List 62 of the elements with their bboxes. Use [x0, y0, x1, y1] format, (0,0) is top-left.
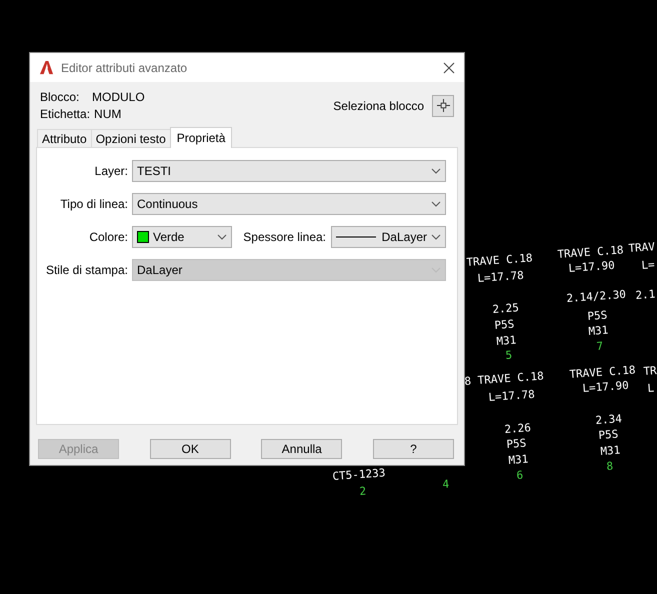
drawing-label: L=17.78 [488, 388, 536, 405]
block-label: Blocco: [40, 90, 80, 104]
drawing-label: TRAV [628, 240, 656, 256]
lineweight-dropdown[interactable]: DaLayer [331, 226, 446, 248]
field-label: Spessore linea: [243, 230, 326, 244]
drawing-label: 7 [596, 340, 604, 354]
dialog-button[interactable]: ? [372, 439, 454, 459]
dialog-button[interactable]: Annulla [261, 439, 342, 459]
linetype-dropdown[interactable]: Continuous [132, 193, 446, 215]
select-block-label: Seleziona blocco [333, 98, 424, 112]
pick-block-button[interactable] [432, 94, 454, 116]
close-icon[interactable] [443, 62, 455, 74]
drawing-label: L [647, 382, 655, 396]
field-label: Stile di stampa: [44, 263, 128, 277]
drawing-label: 2 [359, 484, 367, 499]
drawing-label: 4 [442, 478, 450, 492]
drawing-label: P5S [587, 308, 608, 324]
drawing-label: L= [641, 258, 656, 273]
drawing-label: M31 [600, 444, 621, 459]
chevron-down-icon [431, 201, 441, 207]
drawing-label: L=17.90 [582, 378, 630, 396]
tab[interactable]: Proprietà [170, 127, 232, 148]
window-title: Editor attributi avanzato [61, 60, 188, 74]
tag-label: Etichetta: [40, 107, 90, 121]
color-dropdown[interactable]: Verde [132, 226, 232, 248]
drawing-label: M31 [508, 452, 529, 468]
drawing-label: P5S [494, 318, 515, 333]
drawing-label: 5 [505, 348, 513, 363]
app-logo-icon [39, 60, 54, 75]
drawing-label: P5S [598, 428, 619, 443]
chevron-down-icon [431, 168, 441, 174]
drawing-label: TRAVE C.18 [466, 251, 534, 270]
drawing-label: 8 TRAVE C.18 [464, 369, 544, 389]
tag-value: NUM [94, 107, 122, 121]
drawing-label: 2.25 [492, 301, 520, 317]
line-sample-icon [336, 236, 376, 238]
drawing-label: CT5-1233 [332, 466, 386, 484]
drawing-label: M31 [496, 334, 517, 349]
drawing-label: 8 [606, 460, 614, 474]
block-value: MODULO [92, 90, 145, 104]
field-label: Layer: [94, 164, 128, 178]
drawing-label: TRAVE C.18 [557, 243, 624, 261]
chevron-down-icon [217, 234, 227, 240]
drawing-label: 2.26 [504, 421, 532, 437]
drawing-label: 6 [516, 468, 524, 483]
field-label: Tipo di linea: [59, 197, 128, 211]
drawing-label: TR [643, 364, 657, 379]
tab[interactable]: Attributo [37, 129, 92, 147]
field-label: Colore: [88, 230, 128, 244]
drawing-label: TRAVE C.18 [569, 363, 636, 381]
drawing-label: 2.1 [635, 288, 656, 303]
drawing-label: 2.34 [595, 412, 622, 428]
crosshair-icon [436, 99, 450, 112]
tab[interactable]: Opzioni testo [90, 129, 171, 147]
drawing-label: L=17.78 [477, 268, 524, 286]
drawing-label: P5S [506, 436, 527, 452]
chevron-down-icon [431, 234, 441, 240]
layer-dropdown[interactable]: TESTI [132, 160, 446, 182]
dialog-button[interactable]: OK [150, 439, 231, 459]
drawing-label: 2.14/2.30 [566, 288, 626, 306]
drawing-label: L=17.90 [568, 258, 616, 276]
drawing-label: M31 [588, 324, 609, 339]
